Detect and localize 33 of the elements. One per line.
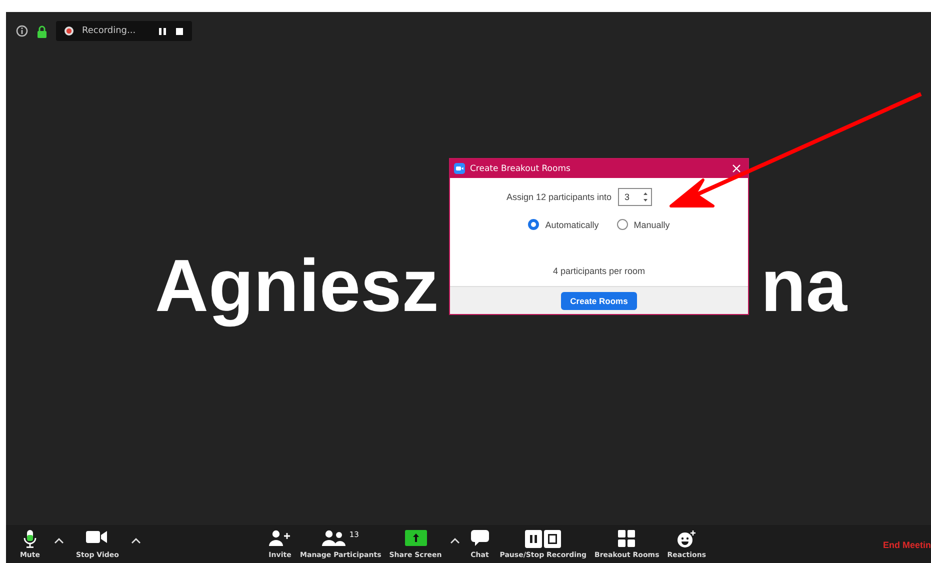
close-icon[interactable] xyxy=(732,164,741,173)
info-icon[interactable] xyxy=(16,25,28,37)
record-dot-icon xyxy=(64,26,74,36)
assign-label: Assign 12 participants into xyxy=(506,192,612,202)
end-meeting-button[interactable]: End Meetin xyxy=(882,530,931,550)
smiley-icon xyxy=(677,530,696,548)
chat-bubble-icon xyxy=(470,530,489,546)
option-label[interactable]: Manually xyxy=(634,220,670,230)
stop-icon[interactable] xyxy=(174,26,184,36)
grid-icon xyxy=(618,530,636,547)
stepper-arrows-icon xyxy=(642,191,648,203)
video-camera-icon xyxy=(86,530,108,544)
recording-status: Recording... xyxy=(82,26,136,36)
participant-name: Agniesz xyxy=(155,243,439,330)
create-rooms-button[interactable]: Create Rooms xyxy=(561,292,637,310)
lock-icon[interactable] xyxy=(37,24,47,38)
camera-app-icon xyxy=(454,163,465,174)
option-label[interactable]: Automatically xyxy=(545,220,599,230)
room-count-spinner[interactable]: 3 xyxy=(618,188,652,206)
pause-stop-icon xyxy=(525,530,562,548)
dialog-title: Create Breakout Rooms xyxy=(470,164,572,174)
pause-icon[interactable] xyxy=(158,26,167,36)
participant-name: na xyxy=(760,243,848,330)
caret-icon[interactable] xyxy=(130,538,141,544)
people-icon xyxy=(322,530,346,546)
caret-icon[interactable] xyxy=(54,538,64,544)
participants-per-room: 4 participants per room xyxy=(552,266,646,276)
mic-icon xyxy=(23,530,37,548)
radio-button[interactable] xyxy=(616,219,628,230)
share-screen-icon xyxy=(404,530,426,546)
add-person-icon xyxy=(269,530,291,546)
caret-icon[interactable] xyxy=(450,538,460,544)
radio-button[interactable] xyxy=(528,219,540,230)
